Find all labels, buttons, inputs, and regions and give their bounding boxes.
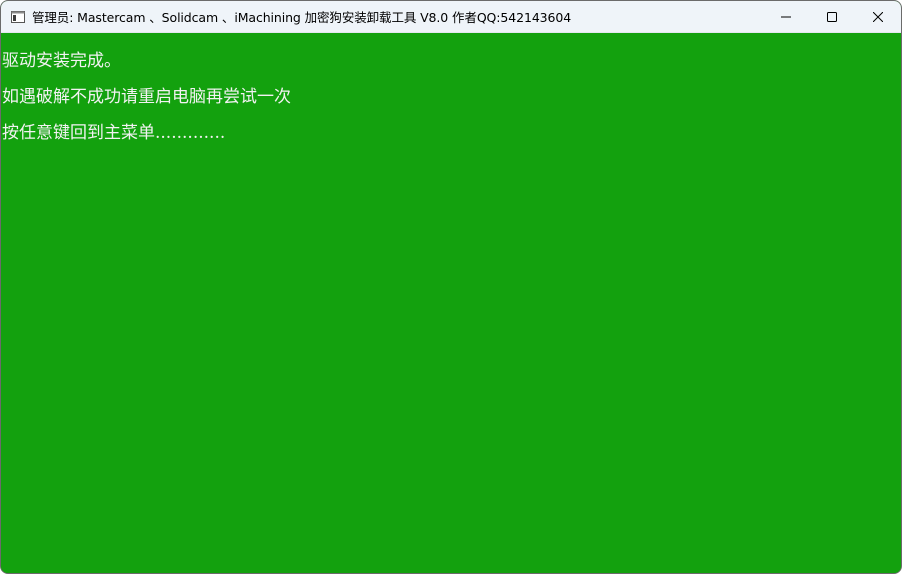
maximize-icon — [827, 11, 837, 22]
window-controls — [763, 1, 901, 33]
console-app-icon[interactable] — [10, 9, 26, 25]
maximize-button[interactable] — [809, 1, 855, 33]
window-title: 管理员: Mastercam 、Solidcam 、iMachining 加密狗… — [32, 10, 572, 25]
console-line-prompt: 按任意键回到主菜单............. — [2, 123, 226, 143]
console-line-hint: 如遇破解不成功请重启电脑再尝试一次 — [2, 87, 291, 107]
close-icon — [873, 11, 883, 22]
console-output[interactable]: 驱动安装完成。 如遇破解不成功请重启电脑再尝试一次 按任意键回到主菜单.....… — [1, 33, 901, 573]
console-window: 管理员: Mastercam 、Solidcam 、iMachining 加密狗… — [0, 0, 902, 574]
title-bar[interactable]: 管理员: Mastercam 、Solidcam 、iMachining 加密狗… — [1, 1, 901, 33]
minimize-icon — [781, 12, 791, 22]
console-line-status: 驱动安装完成。 — [2, 51, 121, 71]
minimize-button[interactable] — [763, 1, 809, 33]
close-button[interactable] — [855, 1, 901, 33]
